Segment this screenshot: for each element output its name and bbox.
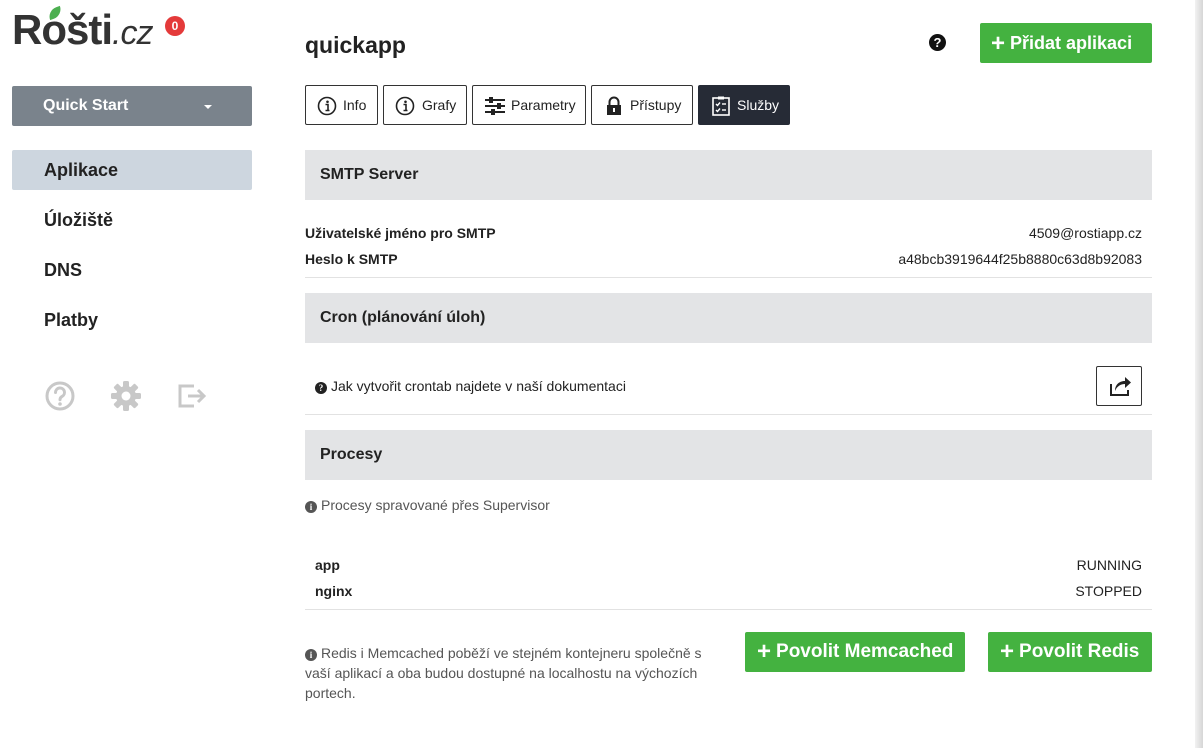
processes-section-header: Procesy (305, 430, 1152, 480)
smtp-password-row: Heslo k SMTP a48bcb3919644f25b8880c63d8b… (305, 246, 1142, 272)
quick-start-dropdown[interactable]: Quick Start (12, 86, 252, 126)
process-name: nginx (315, 583, 353, 599)
enable-redis-label: Povolit Redis (1019, 641, 1140, 662)
plus-icon: + (1000, 638, 1015, 665)
quick-start-label: Quick Start (43, 97, 129, 114)
gear-icon[interactable] (110, 380, 142, 412)
sidebar-item-platby[interactable]: Platby (12, 300, 252, 340)
logout-icon[interactable] (176, 380, 208, 412)
checklist-icon (712, 96, 730, 116)
process-row-nginx: nginx STOPPED (315, 578, 1142, 604)
divider (305, 609, 1152, 610)
info-icon: i (305, 501, 317, 513)
sidebar-item-aplikace[interactable]: Aplikace (12, 150, 252, 190)
help-circle-icon[interactable] (44, 380, 76, 412)
tab-grafy[interactable]: Grafy (383, 85, 467, 125)
logo[interactable]: Rošti.cz 0 (12, 5, 187, 62)
services-note-text: Redis i Memcached poběží ve stejném kont… (305, 645, 702, 701)
info-icon: i (305, 649, 317, 661)
processes-info-text: Procesy spravované přes Supervisor (321, 497, 550, 513)
logo-text: Rošti.cz (12, 6, 153, 53)
divider (305, 414, 1152, 415)
help-icon[interactable]: ? (929, 34, 946, 51)
cron-info: ? Jak vytvořit crontab najdete v naší dok… (315, 378, 626, 394)
smtp-password-label: Heslo k SMTP (305, 251, 398, 267)
cron-info-text: Jak vytvořit crontab najdete v naší doku… (331, 378, 626, 394)
tab-parametry-label: Parametry (511, 97, 576, 113)
process-name: app (315, 557, 340, 573)
process-status: STOPPED (1075, 583, 1142, 599)
logo-suffix: .cz (112, 14, 153, 52)
info-icon (317, 96, 337, 116)
smtp-password-value: a48bcb3919644f25b8880c63d8b92083 (898, 251, 1142, 267)
smtp-username-value: 4509@rostiapp.cz (1028, 225, 1142, 241)
enable-redis-button[interactable]: + Povolit Redis (988, 632, 1152, 672)
share-icon (1110, 377, 1131, 396)
add-app-label: Přidat aplikaci (1010, 33, 1133, 53)
window-edge (1195, 0, 1203, 748)
sidebar-item-uloziste[interactable]: Úložiště (12, 200, 252, 240)
tab-pristupy-label: Přístupy (630, 97, 682, 113)
tab-grafy-label: Grafy (422, 97, 457, 113)
page-title: quickapp (305, 32, 406, 58)
info-icon (395, 96, 415, 116)
plus-icon: + (757, 638, 772, 665)
divider (305, 277, 1152, 278)
tab-sluzby[interactable]: Služby (698, 85, 790, 125)
smtp-section-header: SMTP Server (305, 150, 1152, 200)
lock-icon (607, 96, 621, 115)
enable-memcached-button[interactable]: + Povolit Memcached (745, 632, 965, 672)
notification-badge[interactable]: 0 (165, 16, 185, 36)
tab-sluzby-label: Služby (737, 97, 780, 113)
process-row-app: app RUNNING (315, 552, 1142, 578)
processes-info: i Procesy spravované přes Supervisor (305, 497, 550, 513)
add-app-button[interactable]: + Přidat aplikaci (980, 23, 1152, 63)
tab-info-label: Info (343, 97, 367, 113)
smtp-username-row: Uživatelské jméno pro SMTP 4509@rostiapp… (305, 220, 1142, 246)
services-note: i Redis i Memcached poběží ve stejném kon… (305, 643, 715, 703)
enable-memcached-label: Povolit Memcached (776, 641, 954, 662)
cron-section-header: Cron (plánování úloh) (305, 293, 1152, 343)
tab-info[interactable]: Info (305, 85, 378, 125)
sliders-icon (485, 97, 505, 115)
tab-pristupy[interactable]: Přístupy (591, 85, 693, 125)
plus-icon: + (991, 30, 1006, 57)
tab-parametry[interactable]: Parametry (472, 85, 586, 125)
question-icon: ? (315, 382, 327, 394)
sidebar-nav: Aplikace Úložiště DNS Platby (12, 150, 252, 350)
caret-down-icon (204, 105, 212, 109)
smtp-username-label: Uživatelské jméno pro SMTP (305, 225, 496, 241)
share-link-button[interactable] (1096, 366, 1142, 406)
process-status: RUNNING (1076, 557, 1142, 573)
sidebar-item-dns[interactable]: DNS (12, 250, 252, 290)
